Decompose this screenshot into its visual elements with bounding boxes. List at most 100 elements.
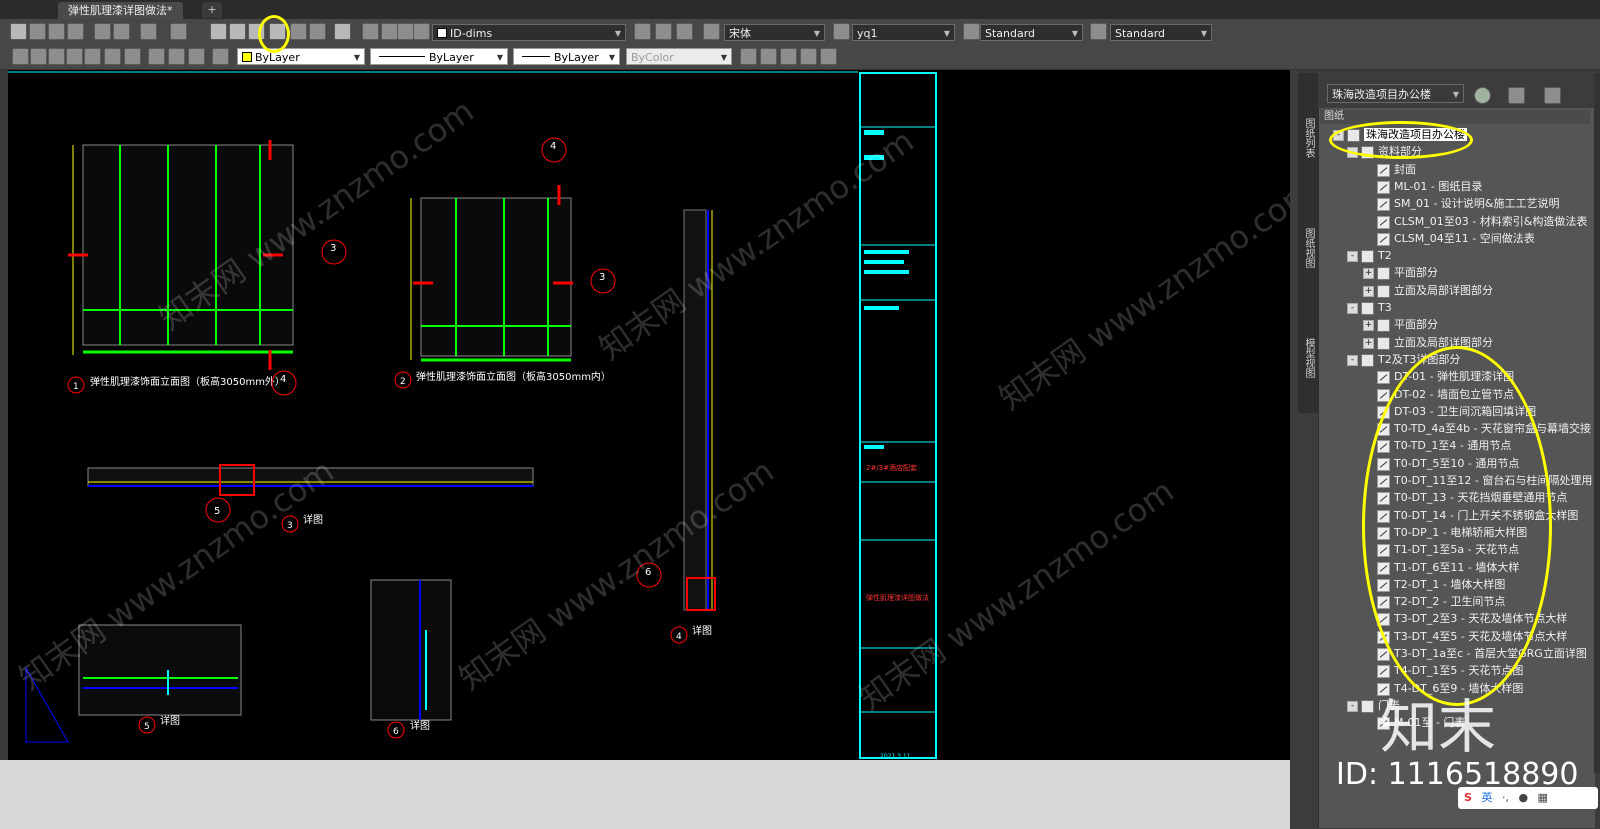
collapse-icon[interactable]: - (1347, 146, 1358, 158)
tools-icon[interactable] (1544, 87, 1561, 104)
sheet-globe-icon[interactable] (1474, 87, 1491, 104)
dimstyle-icon[interactable] (833, 23, 850, 40)
layer-manager-icon[interactable] (362, 23, 379, 40)
document-tab[interactable]: 弹性肌理漆详图做法* (58, 2, 183, 19)
collapse-icon[interactable]: - (1347, 354, 1358, 366)
print-icon[interactable] (10, 23, 27, 40)
side-tab-sheet-views[interactable]: 图纸视图 (1300, 218, 1316, 278)
tree-item[interactable]: T2-DT_2 - 卫生间节点 (1363, 593, 1505, 610)
collapse-icon[interactable]: - (1347, 700, 1358, 712)
dim-angular-icon[interactable] (124, 48, 141, 65)
undo-icon[interactable] (140, 23, 157, 40)
layer-combo[interactable]: ID-dims ▼ (432, 24, 626, 41)
collapse-icon[interactable]: - (1347, 302, 1358, 314)
collapse-icon[interactable]: - (1333, 129, 1344, 141)
lineweight-combo[interactable]: ByLayer ▼ (513, 48, 620, 65)
tree-item[interactable]: CLSM_04至11 - 空间做法表 (1363, 230, 1535, 247)
stretch-icon[interactable] (780, 48, 797, 65)
layer-sun-icon[interactable] (397, 23, 414, 40)
tree-item[interactable]: T0-DP_1 - 电梯轿厢大样图 (1363, 524, 1527, 541)
layer-lock-icon[interactable] (413, 23, 430, 40)
tree-item[interactable]: DT-02 - 墙面包立管节点 (1363, 386, 1514, 403)
sheetset-icon[interactable] (210, 23, 227, 40)
sheet-set-combo[interactable]: 珠海改造项目办公楼 ▼ (1327, 84, 1464, 103)
tree-item[interactable]: T1-DT_6至11 - 墙体大样 (1363, 559, 1519, 576)
expand-icon[interactable]: + (1363, 267, 1374, 279)
tree-item[interactable]: + 平面部分 (1363, 264, 1438, 281)
tree-item[interactable]: CLSM_01至03 - 材料索引&构造做法表 (1363, 213, 1587, 230)
mleaderstyle-combo[interactable]: Standard ▼ (1110, 24, 1212, 41)
layer-state-icon[interactable] (676, 23, 693, 40)
dim-continue-icon[interactable] (168, 48, 185, 65)
collapse-icon[interactable]: - (1347, 250, 1358, 262)
dim-arc-icon[interactable] (48, 48, 65, 65)
drawing-canvas[interactable]: 弹性肌理漆饰面立面图（板高3050mm外） 1 3 4 4 3 2 弹性肌理漆饰… (8, 70, 1290, 760)
tree-item[interactable]: - 资料部分 (1347, 143, 1422, 160)
tree-item[interactable]: T0-DT_11至12 - 窗台石与柱间隔处理用 (1363, 472, 1592, 489)
dim-linear-icon[interactable] (12, 48, 29, 65)
toolpalette-icon[interactable] (229, 23, 246, 40)
tree-item[interactable]: T3-DT_1a至c - 首层大堂GRG立面详图 (1363, 645, 1587, 662)
3d-dwf-icon[interactable] (67, 23, 84, 40)
tree-item[interactable]: + 平面部分 (1363, 316, 1438, 333)
linetype-combo[interactable]: ByLayer ▼ (370, 48, 508, 65)
dim-radius-icon[interactable] (84, 48, 101, 65)
tree-item[interactable]: T0-TD_1至4 - 通用节点 (1363, 437, 1511, 454)
markup-icon[interactable] (248, 23, 265, 40)
publish-icon[interactable] (48, 23, 65, 40)
dim-aligned-icon[interactable] (30, 48, 47, 65)
ime-toolbar[interactable]: S 英 ·, ● ▦ (1458, 787, 1598, 809)
quickcalc-icon[interactable] (309, 23, 326, 40)
tree-item[interactable]: T1-DT_1至5a - 天花节点 (1363, 541, 1519, 558)
copy-icon[interactable] (760, 48, 777, 65)
dim-ordinate-icon[interactable] (66, 48, 83, 65)
tree-item[interactable]: T3-DT_2至3 - 天花及墙体节点大样 (1363, 610, 1567, 627)
calculator-icon[interactable] (290, 23, 307, 40)
tree-item[interactable]: ML-01 - 图纸目录 (1363, 178, 1482, 195)
saveas-icon[interactable] (113, 23, 130, 40)
layer-previous-icon[interactable] (655, 23, 672, 40)
tree-item[interactable]: T2-DT_1 - 墙体大样图 (1363, 576, 1505, 593)
tablestyle-icon[interactable] (963, 23, 980, 40)
dimstyle-combo[interactable]: yq1 ▼ (852, 24, 955, 41)
move-icon[interactable] (740, 48, 757, 65)
sheet-set-manager-icon[interactable] (269, 23, 286, 40)
expand-icon[interactable]: + (1363, 337, 1374, 349)
side-tab-sheet-list[interactable]: 图纸列表 (1300, 103, 1316, 173)
dim-edit-icon[interactable] (212, 48, 229, 65)
redo-icon[interactable] (170, 23, 187, 40)
tree-item[interactable]: T0-DT_13 - 天花挡烟垂壁通用节点 (1363, 489, 1567, 506)
make-current-icon[interactable] (634, 23, 651, 40)
mleaderstyle-icon[interactable] (1090, 23, 1107, 40)
mirror-icon[interactable] (800, 48, 817, 65)
array-icon[interactable] (820, 48, 837, 65)
tree-item[interactable]: T0-TD_4a至4b - 天花窗帘盒与幕墙交接 (1363, 420, 1591, 437)
layer-bulb-icon[interactable] (381, 23, 398, 40)
tree-item[interactable]: DT-01 - 弹性肌理漆详图 (1363, 368, 1514, 385)
tablestyle-combo[interactable]: Standard ▼ (980, 24, 1083, 41)
tree-item[interactable]: + 立面及局部详图部分 (1363, 334, 1493, 351)
tree-item[interactable]: T0-DT_14 - 门上开关不锈钢盒大样图 (1363, 507, 1578, 524)
dim-diameter-icon[interactable] (104, 48, 121, 65)
dim-tolerance-icon[interactable] (188, 48, 205, 65)
help-icon[interactable] (334, 23, 351, 40)
expand-icon[interactable]: + (1363, 285, 1374, 297)
text-style-combo[interactable]: 宋体 ▼ (724, 24, 825, 41)
tree-item[interactable]: SM_01 - 设计说明&施工工艺说明 (1363, 195, 1560, 212)
tree-item[interactable]: DT-03 - 卫生间沉箱回填详图 (1363, 403, 1536, 420)
color-combo[interactable]: ByLayer ▼ (237, 48, 365, 65)
tree-item[interactable]: T4-DT_1至5 - 天花节点图 (1363, 662, 1523, 679)
new-tab-button[interactable]: + (202, 2, 222, 18)
text-style-icon[interactable] (703, 23, 720, 40)
expand-icon[interactable]: + (1363, 319, 1374, 331)
side-tab-model-views[interactable]: 模型视图 (1300, 328, 1316, 388)
tree-item[interactable]: T3-DT_4至5 - 天花及墙体节点大样 (1363, 628, 1567, 645)
tree-item[interactable]: - 珠海改造项目办公楼 (1333, 126, 1467, 143)
tree-item[interactable]: - T3 (1347, 299, 1392, 316)
tree-item[interactable]: - T2及T3详图部分 (1347, 351, 1460, 368)
save-icon[interactable] (94, 23, 111, 40)
preview-icon[interactable] (29, 23, 46, 40)
tree-item[interactable]: T0-DT_5至10 - 通用节点 (1363, 455, 1519, 472)
tree-item[interactable]: 封面 (1363, 161, 1416, 178)
publish-icon[interactable] (1508, 87, 1525, 104)
